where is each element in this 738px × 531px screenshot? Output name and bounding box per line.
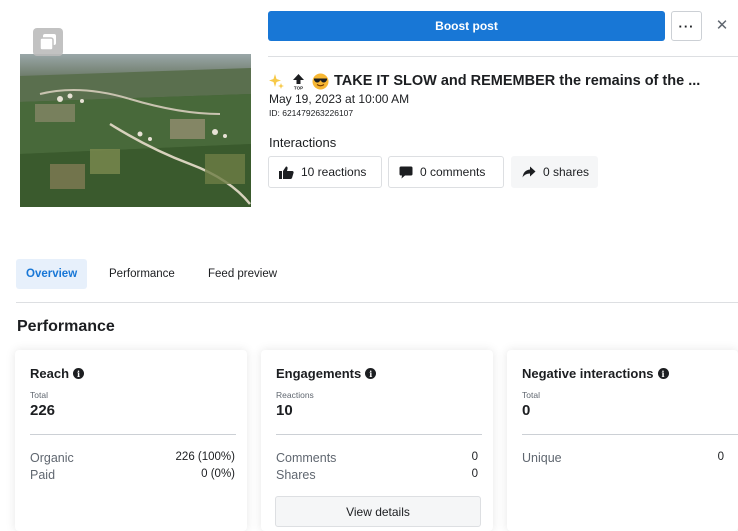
tabs-divider bbox=[16, 302, 738, 303]
engagements-row-shares: Shares 0 bbox=[276, 468, 478, 484]
reach-card: Reach i Total 226 Organic 226 (100%) Pai… bbox=[15, 350, 247, 531]
comments-count: 0 comments bbox=[420, 165, 486, 179]
engagements-reactions-value: 10 bbox=[276, 402, 293, 419]
reach-sub-label: Total bbox=[30, 390, 48, 400]
info-icon[interactable]: i bbox=[657, 368, 669, 379]
reach-row-paid: Paid 0 (0%) bbox=[30, 468, 235, 484]
negative-row-unique: Unique 0 bbox=[522, 451, 724, 467]
divider bbox=[30, 434, 236, 435]
row-label: Paid bbox=[30, 468, 56, 482]
info-icon[interactable]: i bbox=[365, 368, 377, 379]
negative-title: Negative interactions i bbox=[522, 366, 669, 381]
performance-section-title: Performance bbox=[17, 318, 115, 335]
row-label: Comments bbox=[276, 451, 337, 465]
row-label: Shares bbox=[276, 468, 316, 482]
post-date: May 19, 2023 at 10:00 AM bbox=[269, 92, 410, 106]
tab-feed-preview[interactable]: Feed preview bbox=[198, 259, 287, 289]
row-value: 0 bbox=[471, 451, 478, 463]
thumbs-up-icon bbox=[279, 166, 294, 179]
engagements-card: Engagements i Reactions 10 Comments 0 Sh… bbox=[261, 350, 493, 531]
post-id: ID: 621479263226107 bbox=[269, 108, 354, 118]
shares-chip[interactable]: 0 shares bbox=[511, 156, 598, 188]
divider bbox=[268, 56, 738, 57]
negative-sub-label: Total bbox=[522, 390, 540, 400]
row-value: 0 bbox=[717, 451, 724, 463]
sunglasses-emoji-icon bbox=[312, 73, 329, 89]
reach-row-organic: Organic 226 (100%) bbox=[30, 451, 235, 467]
comments-chip[interactable]: 0 comments bbox=[388, 156, 504, 188]
engagements-title: Engagements i bbox=[276, 366, 377, 381]
album-icon bbox=[33, 28, 63, 56]
divider bbox=[522, 434, 738, 435]
reach-total-value: 226 bbox=[30, 402, 56, 419]
shares-count: 0 shares bbox=[543, 165, 590, 179]
comment-icon bbox=[399, 166, 413, 178]
tab-performance[interactable]: Performance bbox=[99, 259, 185, 289]
aerial-landscape-image bbox=[20, 54, 251, 207]
negative-title-text: Negative interactions bbox=[522, 366, 654, 381]
engagements-sub-label: Reactions bbox=[276, 390, 314, 400]
sparkles-icon bbox=[269, 73, 284, 89]
interactions-label: Interactions bbox=[269, 135, 337, 150]
row-label: Unique bbox=[522, 451, 562, 465]
share-arrow-icon bbox=[522, 166, 536, 178]
reach-title-text: Reach bbox=[30, 366, 70, 381]
view-details-button[interactable]: View details bbox=[275, 496, 481, 527]
post-thumbnail[interactable] bbox=[20, 54, 251, 207]
info-icon[interactable]: i bbox=[73, 368, 85, 379]
row-value: 226 (100%) bbox=[175, 451, 235, 463]
boost-post-button[interactable]: Boost post bbox=[268, 11, 665, 41]
row-value: 0 (0%) bbox=[201, 468, 235, 480]
post-title: TOP TAKE IT SLOW and REMEMBER the remain… bbox=[268, 70, 738, 92]
reach-title: Reach i bbox=[30, 366, 85, 381]
engagements-title-text: Engagements bbox=[276, 366, 362, 381]
negative-interactions-card: Negative interactions i Total 0 Unique 0 bbox=[507, 350, 738, 531]
post-title-text: TAKE IT SLOW and REMEMBER the remains of… bbox=[334, 73, 701, 89]
reactions-count: 10 reactions bbox=[301, 165, 367, 179]
engagements-row-comments: Comments 0 bbox=[276, 451, 478, 467]
tab-overview[interactable]: Overview bbox=[16, 259, 88, 289]
reactions-chip[interactable]: 10 reactions bbox=[268, 156, 382, 188]
row-value: 0 bbox=[471, 468, 478, 480]
row-label: Organic bbox=[30, 451, 74, 465]
top-arrow-icon: TOP bbox=[293, 73, 304, 90]
more-options-button[interactable]: ··· bbox=[671, 11, 702, 41]
svg-text:TOP: TOP bbox=[294, 85, 303, 90]
negative-total-value: 0 bbox=[522, 402, 531, 419]
close-icon[interactable]: ✕ bbox=[712, 15, 732, 35]
divider bbox=[276, 434, 482, 435]
